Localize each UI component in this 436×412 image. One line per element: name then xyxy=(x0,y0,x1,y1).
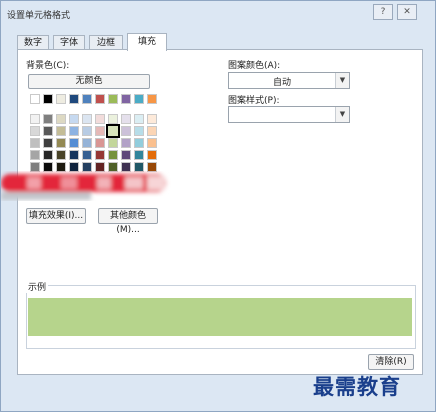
color-swatch[interactable] xyxy=(56,114,66,124)
color-swatch[interactable] xyxy=(43,126,53,136)
fill-panel: 背景色(C): 无颜色 填充效果(I)... 其他颜色(M)... 图案颜色(A… xyxy=(17,49,423,375)
color-swatch[interactable] xyxy=(43,114,53,124)
color-swatch[interactable] xyxy=(82,114,92,124)
format-cells-dialog: 设置单元格格式 ? ✕ 数字 字体 边框 填充 背景色(C): 无颜色 填充效果… xyxy=(0,0,436,412)
more-colors-button[interactable]: 其他颜色(M)... xyxy=(98,208,158,235)
color-swatch[interactable] xyxy=(69,94,79,104)
color-swatch[interactable] xyxy=(106,124,120,138)
color-swatch[interactable] xyxy=(147,94,157,104)
close-button[interactable]: ✕ xyxy=(397,4,417,20)
color-swatch[interactable] xyxy=(134,138,144,148)
color-swatch[interactable] xyxy=(43,94,53,104)
background-color-label: 背景色(C): xyxy=(26,61,70,71)
tab-number[interactable]: 数字 xyxy=(17,35,49,50)
pattern-color-value: 自动 xyxy=(272,78,291,88)
color-swatch[interactable] xyxy=(95,94,105,104)
color-swatch[interactable] xyxy=(121,94,131,104)
color-swatch[interactable] xyxy=(69,150,79,160)
color-swatch[interactable] xyxy=(56,150,66,160)
color-swatch[interactable] xyxy=(69,138,79,148)
pattern-style-label: 图案样式(P): xyxy=(228,96,280,106)
color-swatch[interactable] xyxy=(147,138,157,148)
no-color-button[interactable]: 无颜色 xyxy=(28,74,150,89)
color-swatch[interactable] xyxy=(43,138,53,148)
color-swatch[interactable] xyxy=(82,150,92,160)
chevron-down-icon[interactable]: ▼ xyxy=(335,73,349,88)
color-swatch[interactable] xyxy=(95,150,105,160)
color-swatch[interactable] xyxy=(56,138,66,148)
color-swatch[interactable] xyxy=(147,114,157,124)
color-swatch[interactable] xyxy=(108,94,118,104)
color-swatch[interactable] xyxy=(108,114,118,124)
chevron-down-icon[interactable]: ▼ xyxy=(335,107,349,122)
fill-effects-button[interactable]: 填充效果(I)... xyxy=(26,208,86,224)
help-button[interactable]: ? xyxy=(373,4,393,20)
color-swatch[interactable] xyxy=(134,94,144,104)
color-swatch[interactable] xyxy=(121,114,131,124)
color-swatch[interactable] xyxy=(121,126,131,136)
tab-font[interactable]: 字体 xyxy=(53,35,85,50)
color-swatch[interactable] xyxy=(43,150,53,160)
pattern-color-label: 图案颜色(A): xyxy=(228,61,281,71)
color-swatch[interactable] xyxy=(108,138,118,148)
color-swatch[interactable] xyxy=(82,94,92,104)
sample-label: 示例 xyxy=(26,280,49,293)
tab-fill[interactable]: 填充 xyxy=(127,33,167,51)
color-swatch[interactable] xyxy=(134,150,144,160)
color-swatch[interactable] xyxy=(30,138,40,148)
color-swatch[interactable] xyxy=(121,150,131,160)
color-swatch[interactable] xyxy=(30,126,40,136)
clear-button[interactable]: 清除(R) xyxy=(368,354,414,370)
color-swatch[interactable] xyxy=(95,114,105,124)
color-swatch[interactable] xyxy=(134,114,144,124)
color-swatch[interactable] xyxy=(56,94,66,104)
color-swatch[interactable] xyxy=(108,150,118,160)
color-swatch[interactable] xyxy=(30,150,40,160)
color-swatch[interactable] xyxy=(69,114,79,124)
color-swatch[interactable] xyxy=(147,150,157,160)
watermark-logo: 最需教育 xyxy=(313,374,401,399)
color-swatch[interactable] xyxy=(69,126,79,136)
color-swatch[interactable] xyxy=(30,114,40,124)
color-swatch[interactable] xyxy=(82,138,92,148)
color-swatch[interactable] xyxy=(95,138,105,148)
color-swatch[interactable] xyxy=(95,126,105,136)
pattern-style-select[interactable]: ▼ xyxy=(228,106,350,123)
tab-border[interactable]: 边框 xyxy=(89,35,123,50)
color-swatch[interactable] xyxy=(147,126,157,136)
color-swatch[interactable] xyxy=(121,138,131,148)
color-swatch[interactable] xyxy=(56,126,66,136)
color-swatch[interactable] xyxy=(30,94,40,104)
sample-preview xyxy=(28,298,412,336)
color-swatch[interactable] xyxy=(82,126,92,136)
dialog-title: 设置单元格格式 xyxy=(7,11,71,21)
color-swatch[interactable] xyxy=(134,126,144,136)
title-bar: 设置单元格格式 ? ✕ xyxy=(1,1,435,27)
pattern-color-select[interactable]: 自动 ▼ xyxy=(228,72,350,89)
redaction-blur xyxy=(1,174,166,200)
